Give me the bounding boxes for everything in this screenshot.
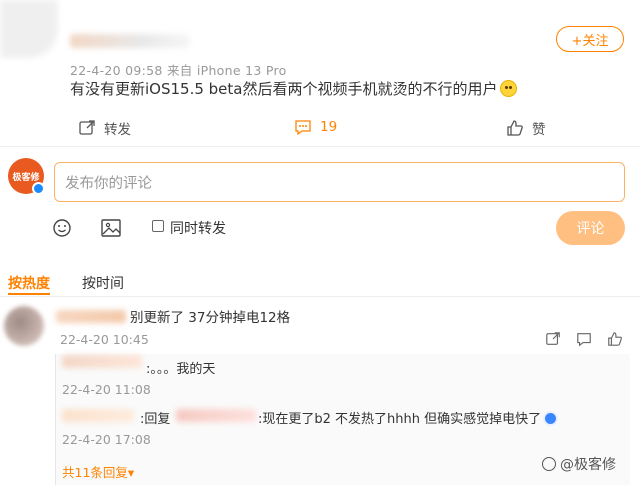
reply-time: 22-4-20 17:08 <box>62 432 151 447</box>
tab-sort-by-time[interactable]: 按时间 <box>82 273 124 293</box>
comment-icon <box>295 120 311 136</box>
reply-time: 22-4-20 11:08 <box>62 382 151 397</box>
active-tab-underline <box>8 293 50 295</box>
divider <box>0 146 640 147</box>
reply-target-redacted[interactable] <box>176 409 256 422</box>
tab-sort-by-hot[interactable]: 按热度 <box>8 273 50 293</box>
like-button[interactable]: 赞 <box>506 118 546 138</box>
reply-text-content: :现在更了b2 不发热了hhhh 但确实感觉掉电快了 <box>258 412 542 427</box>
author-avatar[interactable] <box>0 0 58 58</box>
avatar-text: 极客修 <box>12 172 40 183</box>
verified-badge-icon <box>32 182 45 195</box>
watermark-logo-icon <box>542 457 556 471</box>
comment-time: 22-4-20 10:45 <box>60 332 149 347</box>
thumbs-up-icon <box>507 120 523 136</box>
post-text: 有没有更新iOS15.5 beta然后看两个视频手机就烫的不行的用户 <box>70 78 517 99</box>
emoji-icon <box>543 411 559 426</box>
comment-text: 别更新了 37分钟掉电12格 <box>130 310 291 326</box>
repost-icon[interactable] <box>545 331 561 347</box>
repost-button[interactable]: 转发 <box>78 118 131 138</box>
emoji-picker-icon[interactable] <box>52 218 72 238</box>
author-name-redacted[interactable] <box>70 34 190 48</box>
reply-icon[interactable] <box>576 331 592 347</box>
commenter-name-redacted[interactable] <box>56 310 126 323</box>
comment-count: 19 <box>320 119 338 135</box>
sad-emoji-icon <box>499 80 517 97</box>
comment-input[interactable]: 发布你的评论 <box>54 162 625 202</box>
like-label: 赞 <box>532 122 546 138</box>
reply-text: :。。。我的天 <box>146 362 216 377</box>
repost-label: 转发 <box>104 122 131 138</box>
post-text-content: 有没有更新iOS15.5 beta然后看两个视频手机就烫的不行的用户 <box>70 80 498 98</box>
post-meta: 22-4-20 09:58 来自 iPhone 13 Pro <box>70 63 287 78</box>
submit-comment-button[interactable]: 评论 <box>556 211 625 245</box>
watermark-text: @极客修 <box>560 457 616 473</box>
reply-prefix: :回复 <box>140 412 171 427</box>
reply-author-redacted[interactable] <box>62 355 142 368</box>
more-replies-link[interactable]: 共11条回复▾ <box>62 462 134 481</box>
divider <box>0 296 640 297</box>
repost-icon <box>79 120 95 135</box>
follow-button[interactable]: +关注 <box>556 26 624 52</box>
watermark: @极客修 <box>542 454 616 474</box>
also-repost-checkbox[interactable] <box>152 220 164 232</box>
also-repost-label: 同时转发 <box>170 221 226 237</box>
reply-author-redacted[interactable] <box>62 409 134 422</box>
image-upload-icon[interactable] <box>100 218 122 238</box>
reply-text: :现在更了b2 不发热了hhhh 但确实感觉掉电快了 <box>258 408 559 427</box>
comment-count-button[interactable]: 19 <box>294 118 337 136</box>
commenter-avatar[interactable] <box>4 306 44 346</box>
thumbs-up-icon[interactable] <box>607 331 623 347</box>
comment-input-placeholder: 发布你的评论 <box>65 175 152 192</box>
